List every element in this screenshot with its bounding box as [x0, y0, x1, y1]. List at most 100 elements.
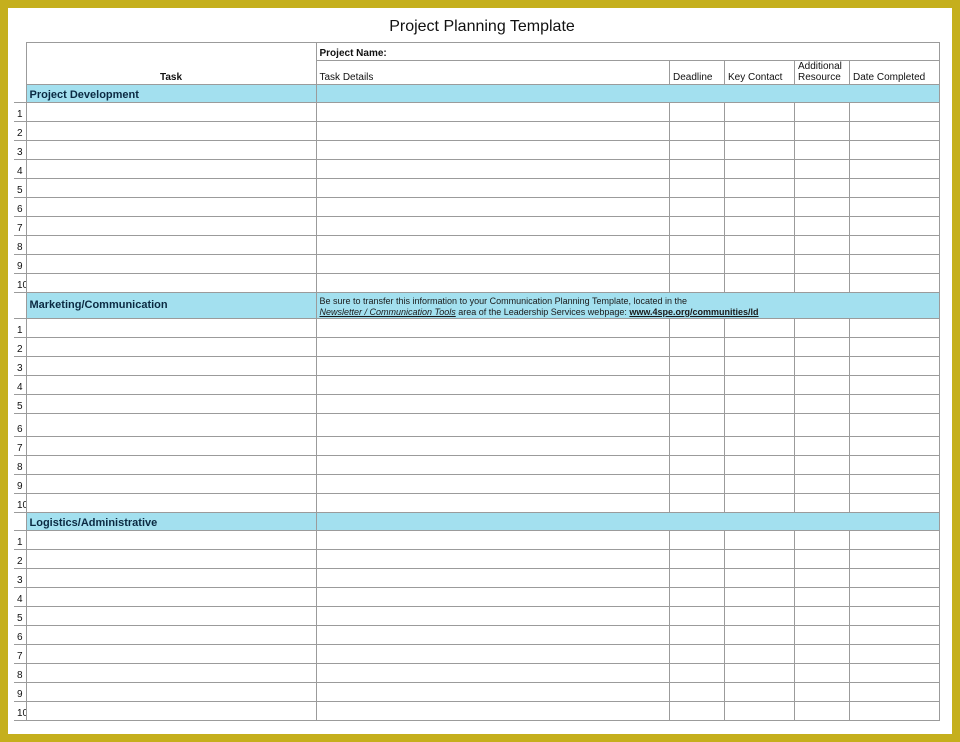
- cell-details[interactable]: [316, 338, 669, 357]
- cell-contact[interactable]: [724, 376, 794, 395]
- cell-contact[interactable]: [724, 607, 794, 626]
- cell-deadline[interactable]: [669, 550, 724, 569]
- cell-date[interactable]: [849, 550, 939, 569]
- cell-date[interactable]: [849, 588, 939, 607]
- cell-details[interactable]: [316, 664, 669, 683]
- cell-contact[interactable]: [724, 569, 794, 588]
- cell-resource[interactable]: [794, 569, 849, 588]
- cell-contact[interactable]: [724, 550, 794, 569]
- cell-date[interactable]: [849, 664, 939, 683]
- cell-task[interactable]: [26, 198, 316, 217]
- cell-resource[interactable]: [794, 319, 849, 338]
- cell-resource[interactable]: [794, 160, 849, 179]
- cell-contact[interactable]: [724, 255, 794, 274]
- cell-contact[interactable]: [724, 494, 794, 513]
- cell-deadline[interactable]: [669, 494, 724, 513]
- cell-task[interactable]: [26, 494, 316, 513]
- cell-details[interactable]: [316, 414, 669, 437]
- cell-deadline[interactable]: [669, 217, 724, 236]
- cell-deadline[interactable]: [669, 236, 724, 255]
- cell-resource[interactable]: [794, 664, 849, 683]
- cell-deadline[interactable]: [669, 683, 724, 702]
- cell-details[interactable]: [316, 395, 669, 414]
- cell-deadline[interactable]: [669, 103, 724, 122]
- cell-resource[interactable]: [794, 217, 849, 236]
- cell-task[interactable]: [26, 456, 316, 475]
- cell-details[interactable]: [316, 122, 669, 141]
- cell-details[interactable]: [316, 217, 669, 236]
- cell-task[interactable]: [26, 395, 316, 414]
- cell-task[interactable]: [26, 550, 316, 569]
- cell-details[interactable]: [316, 626, 669, 645]
- cell-date[interactable]: [849, 160, 939, 179]
- cell-deadline[interactable]: [669, 456, 724, 475]
- cell-date[interactable]: [849, 236, 939, 255]
- cell-deadline[interactable]: [669, 198, 724, 217]
- cell-details[interactable]: [316, 179, 669, 198]
- cell-contact[interactable]: [724, 357, 794, 376]
- cell-resource[interactable]: [794, 437, 849, 456]
- cell-details[interactable]: [316, 531, 669, 550]
- cell-details[interactable]: [316, 274, 669, 293]
- cell-date[interactable]: [849, 569, 939, 588]
- cell-deadline[interactable]: [669, 588, 724, 607]
- cell-resource[interactable]: [794, 607, 849, 626]
- cell-task[interactable]: [26, 319, 316, 338]
- cell-details[interactable]: [316, 645, 669, 664]
- cell-details[interactable]: [316, 141, 669, 160]
- cell-deadline[interactable]: [669, 319, 724, 338]
- cell-contact[interactable]: [724, 588, 794, 607]
- cell-details[interactable]: [316, 160, 669, 179]
- cell-details[interactable]: [316, 319, 669, 338]
- cell-resource[interactable]: [794, 141, 849, 160]
- cell-date[interactable]: [849, 531, 939, 550]
- cell-task[interactable]: [26, 414, 316, 437]
- cell-details[interactable]: [316, 607, 669, 626]
- cell-task[interactable]: [26, 255, 316, 274]
- cell-task[interactable]: [26, 236, 316, 255]
- cell-resource[interactable]: [794, 357, 849, 376]
- cell-date[interactable]: [849, 494, 939, 513]
- cell-resource[interactable]: [794, 702, 849, 721]
- cell-deadline[interactable]: [669, 160, 724, 179]
- cell-task[interactable]: [26, 274, 316, 293]
- cell-deadline[interactable]: [669, 475, 724, 494]
- cell-date[interactable]: [849, 456, 939, 475]
- cell-resource[interactable]: [794, 645, 849, 664]
- cell-date[interactable]: [849, 414, 939, 437]
- cell-deadline[interactable]: [669, 437, 724, 456]
- cell-resource[interactable]: [794, 255, 849, 274]
- cell-task[interactable]: [26, 160, 316, 179]
- cell-resource[interactable]: [794, 103, 849, 122]
- cell-resource[interactable]: [794, 531, 849, 550]
- cell-task[interactable]: [26, 122, 316, 141]
- cell-date[interactable]: [849, 217, 939, 236]
- cell-resource[interactable]: [794, 395, 849, 414]
- cell-details[interactable]: [316, 475, 669, 494]
- cell-date[interactable]: [849, 437, 939, 456]
- cell-contact[interactable]: [724, 437, 794, 456]
- cell-contact[interactable]: [724, 626, 794, 645]
- cell-resource[interactable]: [794, 550, 849, 569]
- cell-details[interactable]: [316, 588, 669, 607]
- cell-deadline[interactable]: [669, 338, 724, 357]
- cell-contact[interactable]: [724, 236, 794, 255]
- cell-date[interactable]: [849, 338, 939, 357]
- cell-contact[interactable]: [724, 664, 794, 683]
- cell-date[interactable]: [849, 141, 939, 160]
- cell-task[interactable]: [26, 141, 316, 160]
- cell-task[interactable]: [26, 588, 316, 607]
- cell-date[interactable]: [849, 626, 939, 645]
- cell-details[interactable]: [316, 550, 669, 569]
- cell-task[interactable]: [26, 626, 316, 645]
- cell-contact[interactable]: [724, 338, 794, 357]
- cell-deadline[interactable]: [669, 179, 724, 198]
- cell-details[interactable]: [316, 456, 669, 475]
- cell-contact[interactable]: [724, 456, 794, 475]
- cell-details[interactable]: [316, 255, 669, 274]
- cell-details[interactable]: [316, 376, 669, 395]
- cell-details[interactable]: [316, 437, 669, 456]
- cell-contact[interactable]: [724, 160, 794, 179]
- cell-task[interactable]: [26, 217, 316, 236]
- cell-date[interactable]: [849, 122, 939, 141]
